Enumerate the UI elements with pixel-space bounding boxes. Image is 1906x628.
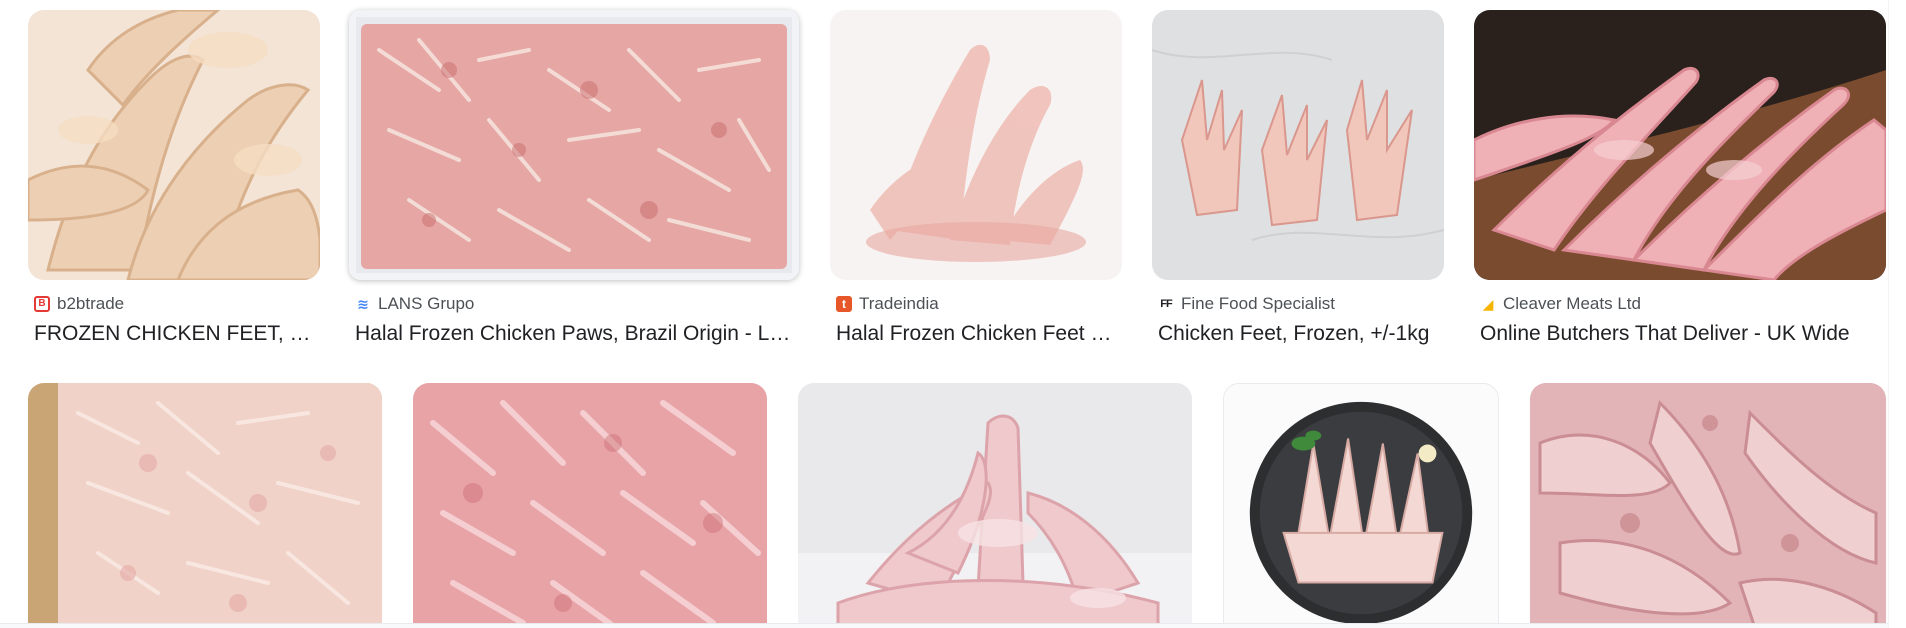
result-thumbnail-pile-chicken-feet[interactable] xyxy=(413,383,767,628)
tradeindia-icon: t xyxy=(836,296,852,312)
image-result-card[interactable] xyxy=(413,383,767,628)
result-thumbnail-plated-chicken-feet[interactable] xyxy=(1223,383,1499,628)
result-thumbnail-heap-chicken-feet[interactable] xyxy=(798,383,1192,628)
image-result-card[interactable] xyxy=(1223,383,1499,628)
result-thumbnail-chicken-feet-board[interactable] xyxy=(1474,10,1886,280)
result-thumbnail-boxed-chicken-feet[interactable] xyxy=(28,383,382,628)
image-result-card[interactable]: ◢ Cleaver Meats Ltd Online Butchers That… xyxy=(1474,10,1886,350)
result-source-name: Tradeindia xyxy=(859,294,939,313)
result-title[interactable]: Chicken Feet, Frozen, +/-1kg xyxy=(1158,322,1444,348)
result-source[interactable]: ≋ LANS Grupo xyxy=(355,294,474,314)
scrollbar-track[interactable] xyxy=(1888,0,1906,628)
lans-grupo-icon: ≋ xyxy=(357,296,369,312)
result-title[interactable]: Online Butchers That Deliver - UK Wide xyxy=(1480,322,1886,348)
image-result-card[interactable]: FF Fine Food Specialist Chicken Feet, Fr… xyxy=(1152,10,1444,350)
image-result-card[interactable]: ≋ LANS Grupo Halal Frozen Chicken Paws, … xyxy=(349,10,799,350)
result-thumbnail-chicken-paws[interactable] xyxy=(349,10,799,280)
bottom-divider xyxy=(0,623,1888,628)
result-title[interactable]: FROZEN CHICKEN FEET, Buy FROZEN CHICKEN … xyxy=(34,322,320,348)
result-thumbnail-frozen-chicken-feet[interactable] xyxy=(1152,10,1444,280)
result-title[interactable]: Halal Frozen Chicken Paws, Brazil Origin… xyxy=(355,322,799,348)
result-source-name: Fine Food Specialist xyxy=(1181,294,1336,313)
result-source-name: b2btrade xyxy=(57,294,125,313)
result-source[interactable]: B b2btrade xyxy=(34,294,124,314)
image-results-page: B b2btrade FROZEN CHICKEN FEET, Buy FROZ… xyxy=(0,0,1906,628)
result-thumbnail-closeup-chicken-feet[interactable] xyxy=(1530,383,1886,628)
result-source-name: Cleaver Meats Ltd xyxy=(1503,294,1641,313)
cleaver-meats-icon: ◢ xyxy=(1482,296,1494,312)
image-result-card[interactable] xyxy=(28,383,382,628)
image-result-card[interactable] xyxy=(798,383,1192,628)
result-title[interactable]: Halal Frozen Chicken Feet at Best Price xyxy=(836,322,1122,348)
result-source[interactable]: ◢ Cleaver Meats Ltd xyxy=(1480,294,1641,314)
result-source-name: LANS Grupo xyxy=(378,294,475,313)
result-source[interactable]: FF Fine Food Specialist xyxy=(1158,294,1335,314)
image-result-card[interactable]: t Tradeindia Halal Frozen Chicken Feet a… xyxy=(830,10,1122,350)
fine-food-specialist-icon: FF xyxy=(1160,297,1172,310)
image-result-card[interactable]: B b2btrade FROZEN CHICKEN FEET, Buy FROZ… xyxy=(28,10,320,350)
image-result-card[interactable] xyxy=(1530,383,1886,628)
result-thumbnail-chicken-feet-blurred[interactable] xyxy=(830,10,1122,280)
result-source[interactable]: t Tradeindia xyxy=(836,294,939,314)
b2btrade-icon: B xyxy=(34,296,50,312)
result-thumbnail-chicken-feet[interactable] xyxy=(28,10,320,280)
